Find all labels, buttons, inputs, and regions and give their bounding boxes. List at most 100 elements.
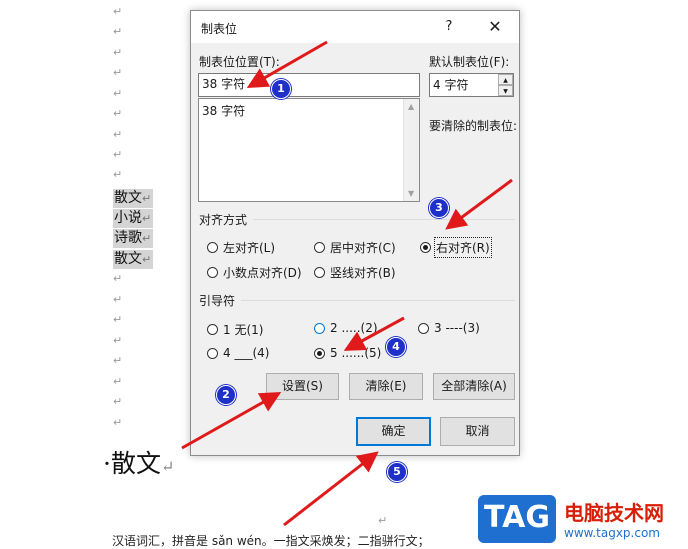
default-tab-label: 默认制表位(F): — [429, 55, 510, 69]
leader-dashes-radio[interactable]: 3 ----(3) — [418, 321, 480, 335]
tabs-dialog: 制表位 ? ✕ 制表位位置(T): 38 字符 38 字符 ▲ ▼ 默认制表位(… — [190, 10, 520, 456]
tab-stop-list-item[interactable]: 38 字符 — [202, 102, 245, 119]
arrow-5 — [283, 451, 379, 527]
radio-circle-icon — [207, 347, 218, 359]
paragraph-mark: ↵ — [113, 5, 123, 18]
set-button[interactable]: 设置(S) — [266, 373, 339, 400]
radio-label: 5 ......(5) — [330, 346, 382, 360]
radio-circle-icon — [207, 242, 218, 253]
radio-label: 居中对齐(C) — [330, 241, 396, 255]
radio-selected-icon — [314, 347, 325, 359]
paragraph-mark: ↵ — [113, 148, 123, 161]
paragraph-mark: ↵ — [113, 25, 123, 38]
paragraph-mark: ↵ — [113, 395, 123, 408]
line-text: 诗歌 — [114, 230, 142, 246]
watermark: TAG 电脑技术网 www.tagxp.com — [476, 493, 688, 545]
paragraph-mark: ↵ — [113, 313, 123, 326]
spin-down-icon[interactable]: ▼ — [498, 85, 513, 96]
highlighted-line[interactable]: 散文↵ — [113, 189, 153, 208]
paragraph-mark: ↵ — [142, 253, 152, 266]
step-badge-2: 2 — [216, 385, 236, 405]
align-center-radio[interactable]: 居中对齐(C) — [314, 239, 396, 256]
radio-selected-icon — [420, 242, 431, 253]
paragraph-mark: ↵ — [378, 514, 388, 527]
paragraph-mark: ↵ — [113, 293, 123, 306]
paragraph-mark: ↵ — [113, 107, 123, 120]
default-tab-value: 4 字符 — [433, 78, 469, 92]
line-text: 散文 — [114, 190, 142, 206]
highlighted-line[interactable]: 散文↵ — [113, 250, 153, 269]
paragraph-mark: ↵ — [113, 66, 123, 79]
help-button[interactable]: ? — [439, 17, 459, 37]
step-badge-1: 1 — [271, 79, 291, 99]
cancel-button[interactable]: 取消 — [440, 417, 515, 446]
leader-middle-dots-radio[interactable]: 5 ......(5) — [314, 346, 381, 360]
group-divider — [241, 300, 515, 301]
paragraph-mark: ↵ — [113, 46, 123, 59]
group-divider — [253, 219, 515, 220]
spin-up-icon[interactable]: ▲ — [498, 74, 513, 85]
line-text: 小说 — [114, 210, 142, 226]
ok-button[interactable]: 确定 — [356, 417, 431, 446]
scroll-up-icon[interactable]: ▲ — [408, 102, 414, 111]
document-body-line: 汉语词汇，拼音是 sǎn wén。一指文采焕发；二指骈行文； — [112, 534, 430, 548]
step-badge-3: 3 — [429, 198, 449, 218]
radio-label: 3 ----(3) — [434, 321, 480, 335]
radio-circle-icon — [314, 322, 325, 334]
radio-circle-icon — [207, 324, 218, 335]
alignment-group-title: 对齐方式 — [199, 213, 248, 227]
radio-label: 竖线对齐(B) — [330, 266, 396, 280]
align-decimal-radio[interactable]: 小数点对齐(D) — [207, 264, 302, 281]
radio-circle-icon — [314, 242, 325, 253]
paragraph-mark: ↵ — [113, 375, 123, 388]
clear-tabs-label: 要清除的制表位: — [429, 119, 518, 133]
highlighted-line[interactable]: 诗歌↵ — [113, 229, 153, 248]
heading-text: ·散文 — [103, 449, 161, 478]
paragraph-mark: ↵ — [113, 272, 123, 285]
paragraph-mark: ↵ — [160, 457, 175, 476]
highlighted-line[interactable]: 小说↵ — [113, 209, 153, 228]
line-text: 散文 — [114, 251, 142, 267]
paragraph-mark: ↵ — [113, 87, 123, 100]
list-scrollbar[interactable]: ▲ ▼ — [403, 99, 419, 201]
paragraph-mark: ↵ — [113, 128, 123, 141]
radio-label: 2 .....(2) — [330, 321, 378, 335]
clear-button[interactable]: 清除(E) — [349, 373, 423, 400]
radio-label: 4 ___(4) — [223, 346, 270, 360]
radio-label: 小数点对齐(D) — [223, 266, 302, 280]
tab-stop-position-input[interactable]: 38 字符 — [198, 73, 420, 97]
align-left-radio[interactable]: 左对齐(L) — [207, 239, 275, 256]
default-tab-spinner[interactable]: 4 字符 ▲ ▼ — [429, 73, 514, 97]
tab-stop-list[interactable]: 38 字符 ▲ ▼ — [198, 98, 420, 202]
leader-underline-radio[interactable]: 4 ___(4) — [207, 346, 269, 360]
paragraph-mark: ↵ — [142, 192, 152, 205]
radio-circle-icon — [207, 267, 218, 278]
radio-label: 右对齐(R) — [434, 237, 492, 258]
radio-circle-icon — [314, 267, 325, 278]
radio-label: 1 无(1) — [223, 323, 264, 337]
radio-label: 左对齐(L) — [223, 241, 276, 255]
site-name: 电脑技术网 — [564, 501, 664, 525]
leader-none-radio[interactable]: 1 无(1) — [207, 321, 263, 338]
step-badge-4: 4 — [386, 337, 406, 357]
align-right-radio[interactable]: 右对齐(R) — [420, 237, 492, 258]
clear-all-button[interactable]: 全部清除(A) — [433, 373, 515, 400]
close-button[interactable]: ✕ — [483, 16, 507, 38]
paragraph-mark: ↵ — [142, 232, 152, 245]
align-bar-radio[interactable]: 竖线对齐(B) — [314, 264, 396, 281]
leader-dots-radio[interactable]: 2 .....(2) — [314, 321, 378, 335]
dialog-titlebar: 制表位 ? ✕ — [191, 11, 519, 43]
document-heading: ·散文↵ — [103, 448, 174, 483]
paragraph-mark: ↵ — [142, 212, 152, 225]
step-badge-5: 5 — [387, 462, 407, 482]
logo-text: TAG — [484, 500, 550, 535]
paragraph-mark: ↵ — [113, 354, 123, 367]
scroll-down-icon[interactable]: ▼ — [408, 189, 414, 198]
site-url: www.tagxp.com — [564, 526, 660, 540]
radio-circle-icon — [418, 322, 429, 334]
leader-group-title: 引导符 — [199, 294, 236, 308]
tag-logo: TAG — [478, 495, 556, 543]
paragraph-mark: ↵ — [113, 168, 123, 181]
tab-stop-position-label: 制表位位置(T): — [199, 55, 280, 69]
dialog-title: 制表位 — [201, 22, 238, 36]
